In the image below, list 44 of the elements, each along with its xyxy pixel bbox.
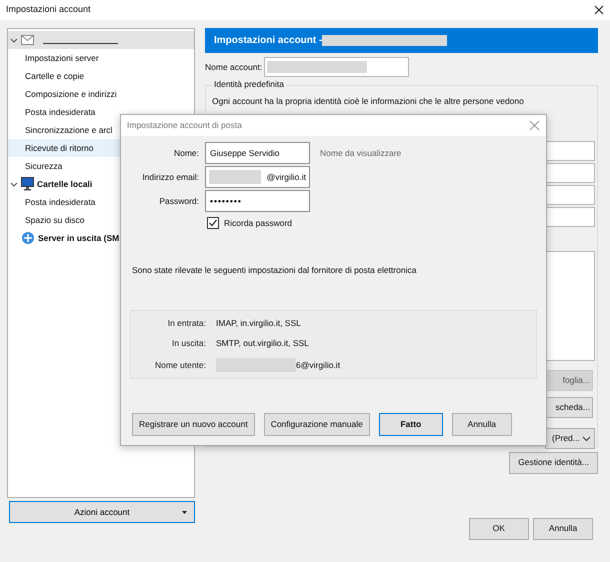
redaction-bar [209, 170, 261, 184]
envelope-icon [21, 35, 34, 46]
dropdown[interactable]: (Pred... [545, 428, 595, 450]
identity-description: Ogni account ha la propria identità cioè le informazioni che le altre persone vedono [212, 95, 524, 108]
chevron-down-icon [582, 436, 591, 442]
tree-item[interactable]: Impostazioni server [8, 49, 194, 68]
server-icon [21, 231, 35, 246]
panel-header: Impostazioni account - [205, 28, 598, 53]
setting-label: In uscita: [170, 337, 206, 350]
dialog-button[interactable]: Annulla [533, 518, 593, 540]
dialog-button[interactable]: Annulla [452, 413, 512, 436]
window-title: Impostazioni account [6, 3, 91, 16]
dialog-title: Impostazione account di posta [127, 119, 242, 132]
account-name-field[interactable] [264, 57, 410, 78]
checkbox-label: Ricorda password [224, 217, 292, 230]
tree-item[interactable]: Cartelle e copie [8, 67, 194, 86]
dialog-button[interactable]: OK [468, 518, 529, 540]
group-title: Identità predefinita [212, 78, 286, 91]
field-label: Indirizzo email: [141, 170, 199, 184]
setting-label: In entrata: [166, 316, 206, 330]
manage-identities-button[interactable]: Gestione identità... [509, 452, 598, 474]
close-icon[interactable] [594, 5, 604, 15]
dialog-button[interactable]: Fatto [378, 413, 443, 436]
dialog-button[interactable]: Configurazione manuale [264, 413, 370, 436]
dialog-button[interactable]: Registrare un nuovo account [132, 413, 255, 436]
account-actions-button[interactable]: Azioni account [9, 501, 195, 523]
setting-value: IMAP, in.virgilio.it, SSL [216, 316, 301, 330]
setting-value: SMTP, out.virgilio.it, SSL [216, 337, 309, 350]
tree-item[interactable] [8, 31, 194, 50]
email-field[interactable]: @virgilio.it [205, 166, 310, 188]
notice-text: Sono state rilevate le seguenti impostazioni dal fornitore di posta elettronica [132, 264, 418, 276]
tree-item[interactable]: Server in uscita (SM [8, 229, 194, 248]
password-field[interactable]: •••••••• [205, 190, 310, 212]
field-hint: Nome da visualizzare [320, 146, 402, 160]
caret-icon [182, 511, 187, 514]
setting-value: 6@virgilio.it [296, 358, 340, 372]
checkbox[interactable] [207, 217, 219, 230]
tree-item[interactable]: Posta indesiderata [8, 103, 194, 122]
name-field[interactable]: Giuseppe Servidio [205, 142, 310, 164]
field-label: Nome account: [205, 60, 262, 74]
field-label: Password: [158, 194, 199, 208]
tree-item[interactable]: Composizione e indirizzi [8, 85, 194, 104]
computer-icon [21, 177, 34, 192]
setting-label: Nome utente: [154, 358, 206, 372]
